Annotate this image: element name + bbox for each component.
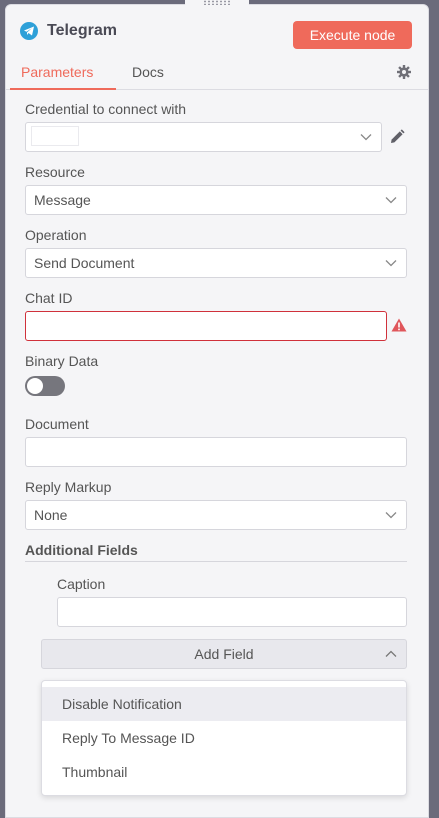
node-title: Telegram: [47, 22, 117, 39]
document-label: Document: [25, 416, 89, 432]
binary-data-toggle[interactable]: [25, 376, 65, 396]
grip-dots-icon[interactable]: [203, 0, 231, 5]
option-reply-to-message-id[interactable]: Reply To Message ID: [42, 721, 406, 755]
active-tab-indicator: [10, 88, 116, 90]
chat-id-label: Chat ID: [25, 290, 73, 306]
operation-value: Send Document: [34, 255, 135, 271]
gear-icon[interactable]: [397, 65, 411, 84]
tab-parameters[interactable]: Parameters: [21, 64, 93, 80]
additional-fields-title: Additional Fields: [25, 542, 138, 558]
credential-label: Credential to connect with: [25, 101, 187, 117]
add-field-dropdown: Disable Notification Reply To Message ID…: [41, 680, 407, 796]
operation-select[interactable]: Send Document: [25, 248, 407, 278]
resource-value: Message: [34, 192, 91, 208]
tab-docs[interactable]: Docs: [132, 64, 164, 80]
node-header: Telegram: [20, 22, 117, 40]
credential-value: [31, 126, 79, 146]
tab-bar: Parameters Docs: [5, 56, 429, 90]
execute-node-button[interactable]: Execute node: [293, 21, 412, 49]
resource-select[interactable]: Message: [25, 185, 407, 215]
chevron-up-icon: [385, 650, 397, 657]
document-input[interactable]: [25, 437, 407, 467]
section-divider: [25, 561, 407, 562]
operation-label: Operation: [25, 227, 87, 243]
chat-id-input[interactable]: [25, 311, 387, 341]
toggle-knob: [27, 378, 43, 394]
chevron-down-icon: [360, 134, 372, 141]
binary-data-label: Binary Data: [25, 353, 99, 369]
add-field-label: Add Field: [194, 646, 254, 662]
resource-label: Resource: [25, 164, 85, 180]
add-field-button[interactable]: Add Field: [41, 639, 407, 669]
telegram-icon: [20, 22, 38, 40]
chevron-down-icon: [385, 512, 397, 519]
reply-markup-select[interactable]: None: [25, 500, 407, 530]
credential-select[interactable]: [25, 122, 382, 152]
reply-markup-label: Reply Markup: [25, 479, 112, 495]
pencil-icon[interactable]: [389, 129, 405, 150]
reply-markup-value: None: [34, 507, 68, 523]
warning-icon: [391, 318, 407, 337]
caption-label: Caption: [57, 576, 106, 592]
option-disable-notification[interactable]: Disable Notification: [42, 687, 406, 721]
chevron-down-icon: [385, 260, 397, 267]
chevron-down-icon: [385, 197, 397, 204]
caption-input[interactable]: [57, 597, 407, 627]
option-thumbnail[interactable]: Thumbnail: [42, 755, 406, 789]
